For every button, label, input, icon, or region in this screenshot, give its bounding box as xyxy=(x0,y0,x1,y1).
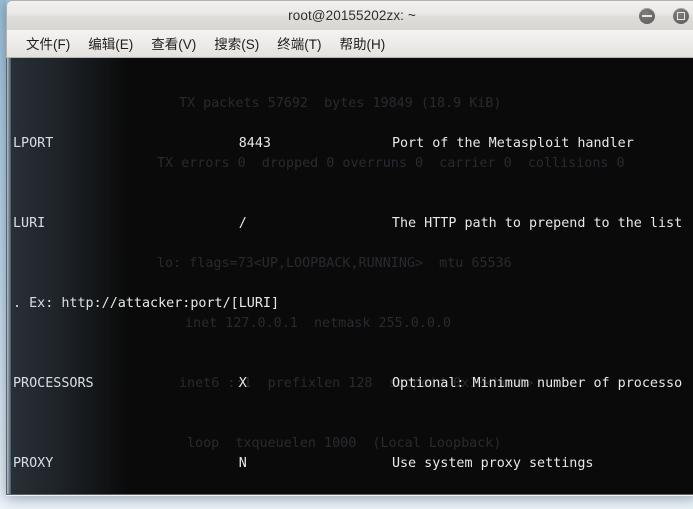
menu-item-view[interactable]: 查看(V) xyxy=(142,31,205,56)
option-name: LPORT xyxy=(13,136,54,151)
menu-item-terminal[interactable]: 终端(T) xyxy=(268,31,330,56)
option-row: LURI / The HTTP path to prepend to the l… xyxy=(7,214,693,234)
option-row: PROXY N Use system proxy settings xyxy=(7,454,693,474)
option-name: PROXY xyxy=(13,456,54,471)
option-row: . Ex: http://attacker:port/[LURI] xyxy=(7,294,693,314)
option-value: 8443 xyxy=(238,136,271,151)
menu-item-help[interactable]: 帮助(H) xyxy=(331,31,395,56)
minimize-icon[interactable] xyxy=(639,8,655,24)
maximize-icon[interactable] xyxy=(673,8,689,24)
option-row: PROCESSORS X Optional: Minimum number of… xyxy=(7,374,693,394)
option-row: LPORT 8443 Port of the Metasploit handle… xyxy=(7,134,693,154)
terminal-output-area[interactable]: TX packets 57692 bytes 19849 (18.9 KiB) … xyxy=(6,58,693,495)
option-desc: Use system proxy settings xyxy=(391,456,594,471)
option-name: PROCESSORS xyxy=(13,376,94,391)
ghost-line: RX packets 24 bytes 1462 (1.4 KiB) xyxy=(7,494,693,495)
option-desc: Optional: Minimum number of processo xyxy=(391,376,683,391)
menubar: 文件(F) 编辑(E) 查看(V) 搜索(S) 终端(T) 帮助(H) xyxy=(6,30,693,58)
option-desc: Port of the Metasploit handler xyxy=(391,136,634,151)
window-title: root@20155202zx: ~ xyxy=(288,8,416,23)
menu-item-edit[interactable]: 编辑(E) xyxy=(79,31,142,56)
terminal-foreground-text: LPORT 8443 Port of the Metasploit handle… xyxy=(7,58,693,494)
option-value: / xyxy=(238,216,247,231)
option-name: . Ex: http://attacker:port/[LURI] xyxy=(13,296,280,311)
window-titlebar[interactable]: root@20155202zx: ~ xyxy=(6,0,693,30)
menu-item-search[interactable]: 搜索(S) xyxy=(205,31,268,56)
option-value: N xyxy=(238,456,247,471)
option-desc: The HTTP path to prepend to the list xyxy=(391,216,683,231)
option-value: X xyxy=(238,376,247,391)
terminal-window: root@20155202zx: ~ 文件(F) 编辑(E) 查看(V) 搜索(… xyxy=(6,0,693,496)
option-name: LURI xyxy=(13,216,46,231)
menu-item-file[interactable]: 文件(F) xyxy=(17,31,79,56)
